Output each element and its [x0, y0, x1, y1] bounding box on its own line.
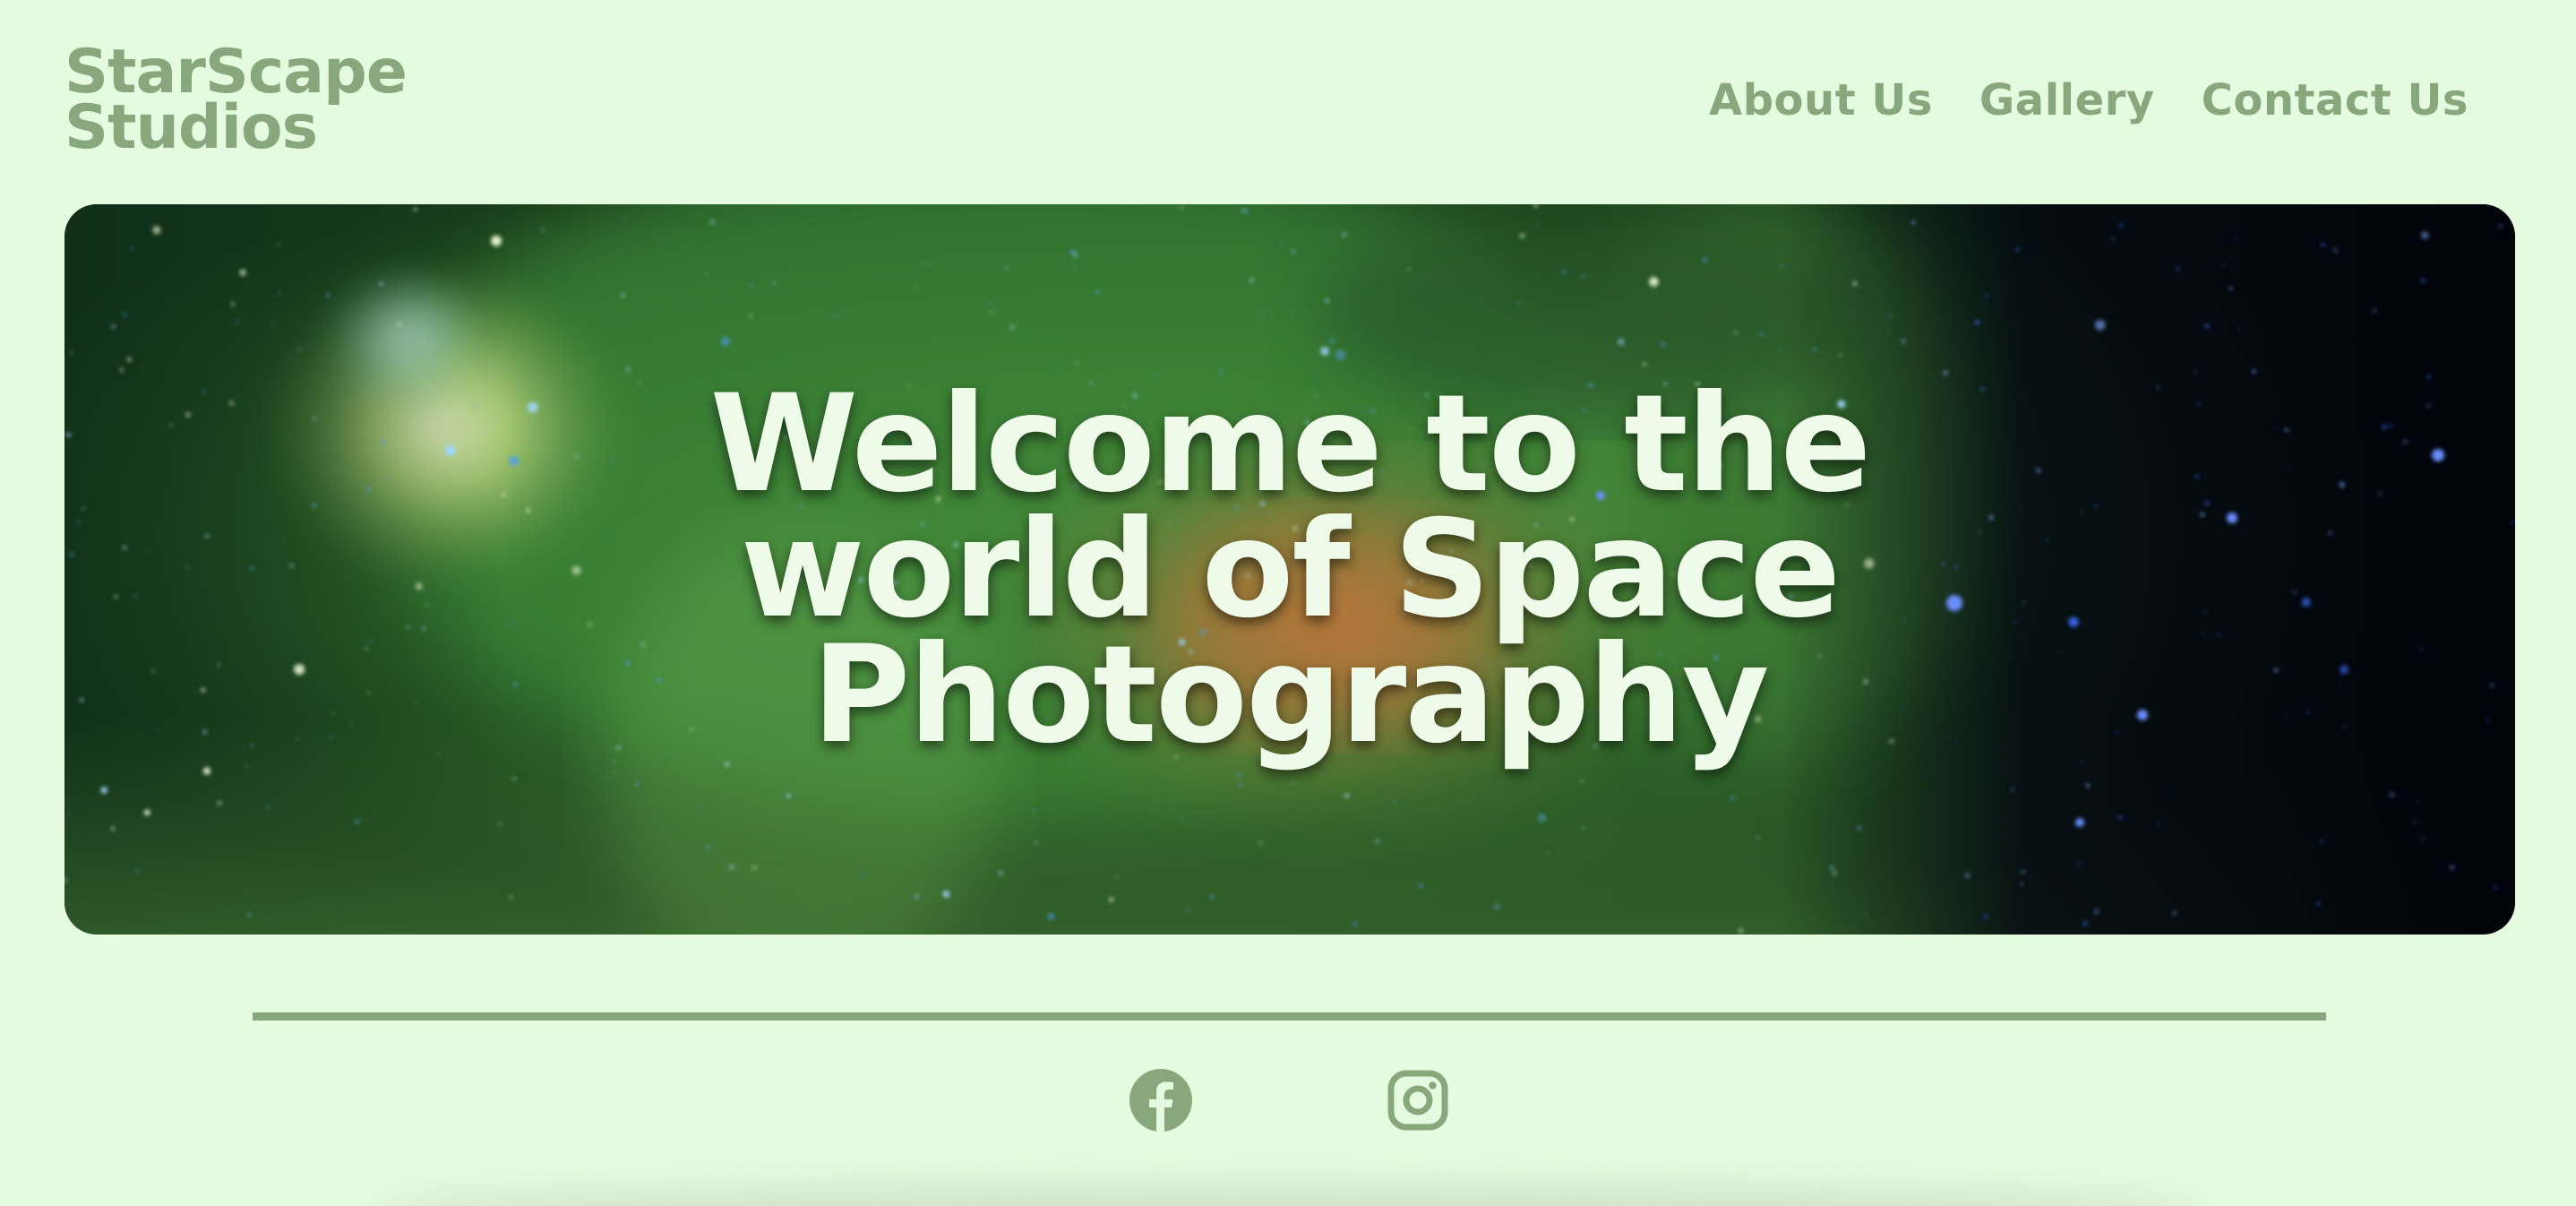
- nav-about-us[interactable]: About Us: [1709, 72, 1933, 129]
- logo[interactable]: StarScape Studios: [64, 42, 408, 163]
- social-links: [1129, 1068, 1450, 1133]
- nav-gallery[interactable]: Gallery: [1979, 72, 2155, 129]
- logo-line-2: Studios: [64, 92, 318, 163]
- main-nav: About Us Gallery Contact Us: [1709, 72, 2469, 129]
- instagram-icon[interactable]: [1386, 1068, 1450, 1133]
- site-header: StarScape Studios About Us Gallery Conta…: [0, 0, 2576, 188]
- facebook-icon[interactable]: [1129, 1068, 1193, 1133]
- hero-banner: Welcome to the world of Space Photograph…: [64, 204, 2515, 935]
- nav-contact-us[interactable]: Contact Us: [2202, 72, 2469, 129]
- divider: [253, 1012, 2326, 1021]
- hero-title: Welcome to the world of Space Photograph…: [709, 366, 1872, 773]
- hero-title-wrap: Welcome to the world of Space Photograph…: [64, 204, 2515, 935]
- page: StarScape Studios About Us Gallery Conta…: [0, 0, 2576, 1206]
- footer-shadow: [376, 1183, 2203, 1206]
